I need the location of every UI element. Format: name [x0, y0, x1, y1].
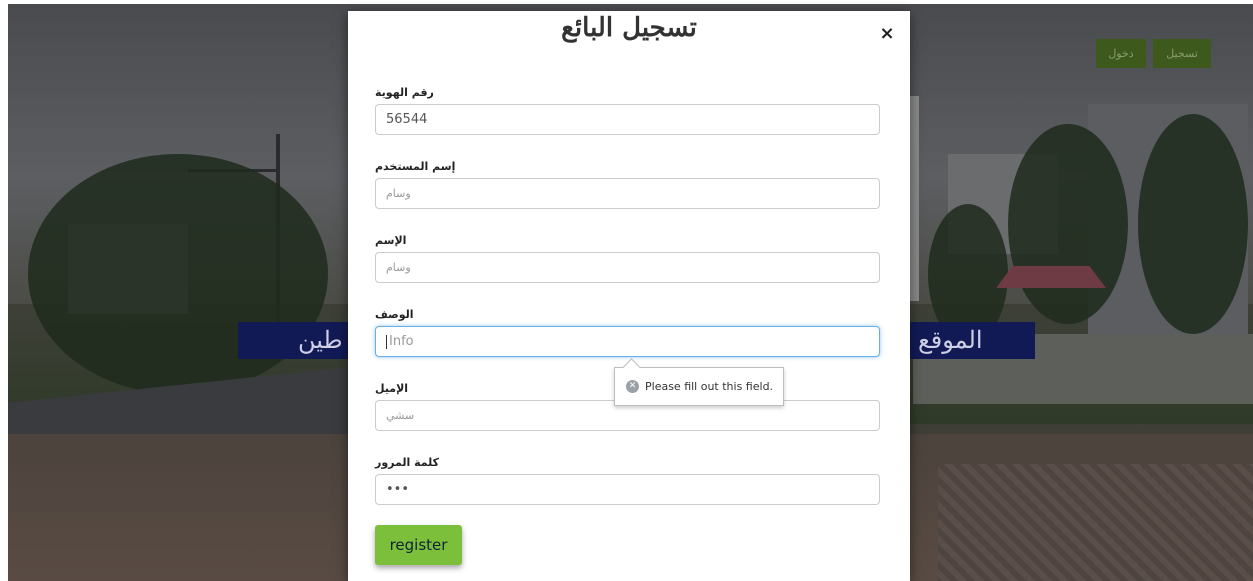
id-number-label: رقم الهوية — [375, 86, 434, 99]
seller-registration-modal: تسجيل البائع × رقم الهوية 56544 إسم المس… — [348, 11, 910, 581]
username-input[interactable]: وسام — [375, 178, 880, 209]
id-number-input[interactable]: 56544 — [375, 104, 880, 135]
banner-text-left: طين — [298, 326, 343, 354]
register-nav-button[interactable]: تسجيل — [1153, 39, 1211, 68]
password-label: كلمة المرور — [375, 456, 440, 469]
text-caret — [386, 334, 387, 349]
error-icon: ✕ — [626, 380, 639, 393]
tree — [1008, 124, 1128, 324]
banner-text-right: الموقع — [918, 326, 983, 354]
scrollbar[interactable] — [910, 96, 919, 301]
modal-title: تسجيل البائع — [561, 13, 697, 43]
name-label: الإسم — [375, 234, 407, 247]
login-nav-button[interactable]: دخول — [1096, 39, 1146, 68]
validation-tooltip: ✕ Please fill out this field. — [614, 367, 784, 406]
description-input[interactable]: Info — [375, 326, 880, 357]
umbrella — [996, 266, 1106, 288]
description-placeholder: Info — [389, 334, 414, 349]
email-label: الإميل — [375, 382, 409, 395]
paved-path — [938, 464, 1253, 581]
tree — [1138, 114, 1248, 334]
password-input[interactable]: ••• — [375, 474, 880, 505]
register-button[interactable]: register — [375, 525, 462, 565]
username-label: إسم المستخدم — [375, 160, 456, 173]
hero-banner-left: طين — [238, 322, 348, 359]
close-icon[interactable]: × — [877, 24, 897, 44]
name-input[interactable]: وسام — [375, 252, 880, 283]
tooltip-message: Please fill out this field. — [645, 380, 774, 393]
description-label: الوصف — [375, 308, 414, 321]
hero-banner-right: الموقع — [910, 322, 1035, 359]
